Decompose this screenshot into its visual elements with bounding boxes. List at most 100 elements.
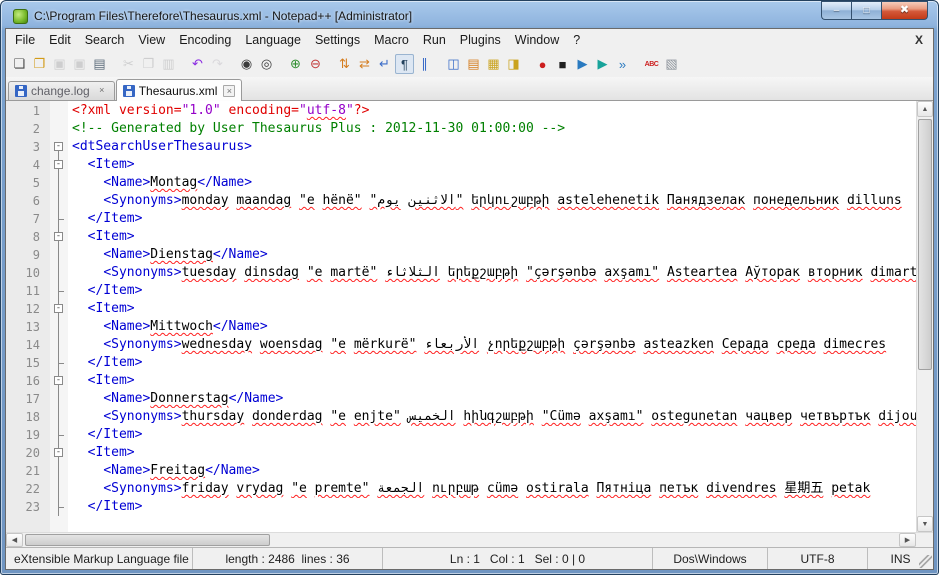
menu-item-window[interactable]: Window (508, 30, 566, 50)
monitor-icon[interactable]: ◨ (504, 54, 523, 74)
horizontal-scrollbar[interactable]: ◀ ▶ (6, 532, 933, 547)
code-text[interactable]: <Item> (68, 372, 916, 390)
code-text[interactable]: </Item> (68, 210, 916, 228)
sync-vertical-scroll-icon[interactable]: ⇅ (335, 54, 354, 74)
cut-icon[interactable]: ✂ (119, 54, 138, 74)
function-list-icon[interactable]: ▤ (464, 54, 483, 74)
editor-line[interactable]: 3- <dtSearchUserThesaurus> (6, 138, 916, 156)
menu-item-macro[interactable]: Macro (367, 30, 416, 50)
new-file-icon[interactable]: ❏ (10, 54, 29, 74)
fold-box-marker[interactable]: - (50, 300, 68, 318)
zoom-out-icon[interactable]: ⊖ (306, 54, 325, 74)
fold-box-marker[interactable]: - (50, 138, 68, 156)
plugin-icon[interactable]: ▧ (662, 54, 681, 74)
word-wrap-icon[interactable]: ↵ (375, 54, 394, 74)
editor-line[interactable]: 8- <Item> (6, 228, 916, 246)
editor-line[interactable]: 19 </Item> (6, 426, 916, 444)
show-all-characters-icon[interactable]: ¶ (395, 54, 414, 74)
editor-line[interactable]: 2 <!-- Generated by User Thesaurus Plus :… (6, 120, 916, 138)
menu-item-plugins[interactable]: Plugins (453, 30, 508, 50)
replace-icon[interactable]: ◎ (257, 54, 276, 74)
maximize-button[interactable]: □ (851, 1, 882, 20)
menu-item-search[interactable]: Search (78, 30, 132, 50)
tab-change-log[interactable]: change.log × (8, 81, 115, 100)
code-text[interactable]: <Synonyms>monday maandag "e hënë" "يوم ا… (68, 192, 916, 210)
code-text[interactable]: </Item> (68, 282, 916, 300)
stop-macro-icon[interactable]: ■ (553, 54, 572, 74)
tab-close-icon[interactable]: × (96, 85, 108, 97)
fold-box-marker[interactable]: - (50, 444, 68, 462)
undo-icon[interactable]: ↶ (188, 54, 207, 74)
editor-line[interactable]: 15 </Item> (6, 354, 916, 372)
redo-icon[interactable]: ↷ (208, 54, 227, 74)
sync-horizontal-scroll-icon[interactable]: ⇄ (355, 54, 374, 74)
vertical-scroll-thumb[interactable] (918, 119, 932, 371)
zoom-in-icon[interactable]: ⊕ (286, 54, 305, 74)
fold-box-marker[interactable]: - (50, 228, 68, 246)
menu-item-language[interactable]: Language (238, 30, 308, 50)
tab-thesaurus-xml[interactable]: Thesaurus.xml × (115, 79, 243, 101)
scroll-right-icon[interactable]: ▶ (899, 533, 916, 547)
editor-lines[interactable]: 1 <?xml version="1.0" encoding="utf-8"?> 2… (6, 101, 916, 532)
doc-map-icon[interactable]: ◫ (444, 54, 463, 74)
editor-line[interactable]: 14 <Synonyms>wednesday woensdag "e mërku… (6, 336, 916, 354)
code-text[interactable]: <Item> (68, 228, 916, 246)
editor-line[interactable]: 17 <Name>Donnerstag</Name> (6, 390, 916, 408)
code-text[interactable]: <Name>Freitag</Name> (68, 462, 916, 480)
code-text[interactable]: <dtSearchUserThesaurus> (68, 138, 916, 156)
editor-line[interactable]: 16- <Item> (6, 372, 916, 390)
code-text[interactable]: <Name>Montag</Name> (68, 174, 916, 192)
editor-line[interactable]: 5 <Name>Montag</Name> (6, 174, 916, 192)
title-bar[interactable]: C:\Program Files\Therefore\Thesaurus.xml… (5, 1, 934, 28)
menu-item-help[interactable]: ? (566, 30, 587, 50)
play-macro-icon[interactable]: ▶ (573, 54, 592, 74)
spell-check-icon[interactable]: ABC (642, 54, 661, 74)
close-document-button[interactable]: X (911, 33, 927, 47)
editor-line[interactable]: 1 <?xml version="1.0" encoding="utf-8"?> (6, 102, 916, 120)
code-text[interactable]: <?xml version="1.0" encoding="utf-8"?> (68, 102, 916, 120)
fold-box-marker[interactable]: - (50, 372, 68, 390)
save-macro-icon[interactable]: ▶ (593, 54, 612, 74)
editor-line[interactable]: 11 </Item> (6, 282, 916, 300)
editor-line[interactable]: 10 <Synonyms>tuesday dinsdag "e martë" ا… (6, 264, 916, 282)
editor-line[interactable]: 9 <Name>Dienstag</Name> (6, 246, 916, 264)
menu-item-file[interactable]: File (8, 30, 42, 50)
code-text[interactable]: <Item> (68, 444, 916, 462)
code-text[interactable]: <Synonyms>wednesday woensdag "e mërkurë"… (68, 336, 916, 354)
menu-item-edit[interactable]: Edit (42, 30, 78, 50)
save-icon[interactable]: ▣ (50, 54, 69, 74)
code-text[interactable]: <Name>Mittwoch</Name> (68, 318, 916, 336)
code-text[interactable]: <Name>Dienstag</Name> (68, 246, 916, 264)
horizontal-scroll-track[interactable] (23, 533, 899, 547)
copy-icon[interactable]: ❐ (139, 54, 158, 74)
code-text[interactable]: <Synonyms>thursday donderdag "e enjte" ا… (68, 408, 916, 426)
code-text[interactable]: </Item> (68, 498, 916, 516)
code-text[interactable]: <!-- Generated by User Thesaurus Plus : … (68, 120, 916, 138)
paste-icon[interactable]: ▥ (159, 54, 178, 74)
resize-grip[interactable] (919, 555, 932, 568)
file-browser-icon[interactable]: ▦ (484, 54, 503, 74)
fold-box-marker[interactable]: - (50, 156, 68, 174)
horizontal-scroll-thumb[interactable] (25, 534, 271, 546)
code-text[interactable]: <Item> (68, 300, 916, 318)
code-text[interactable]: <Synonyms>tuesday dinsdag "e martë" الثل… (68, 264, 916, 282)
scroll-left-icon[interactable]: ◀ (6, 533, 23, 547)
vertical-scrollbar[interactable]: ▲ ▼ (916, 101, 933, 532)
menu-item-view[interactable]: View (131, 30, 172, 50)
editor-line[interactable]: 18 <Synonyms>thursday donderdag "e enjte… (6, 408, 916, 426)
code-text[interactable]: <Item> (68, 156, 916, 174)
editor-line[interactable]: 20- <Item> (6, 444, 916, 462)
scroll-up-icon[interactable]: ▲ (917, 101, 933, 117)
close-button[interactable]: ✖ (882, 1, 928, 20)
editor-line[interactable]: 22 <Synonyms>friday vrydag "e premte" ال… (6, 480, 916, 498)
scroll-down-icon[interactable]: ▼ (917, 516, 933, 532)
editor-line[interactable]: 13 <Name>Mittwoch</Name> (6, 318, 916, 336)
editor-line[interactable]: 4- <Item> (6, 156, 916, 174)
code-text[interactable]: </Item> (68, 354, 916, 372)
editor-line[interactable]: 6 <Synonyms>monday maandag "e hënë" "يوم… (6, 192, 916, 210)
editor-line[interactable]: 23 </Item> (6, 498, 916, 516)
tab-close-icon[interactable]: × (223, 84, 236, 97)
code-text[interactable]: <Name>Donnerstag</Name> (68, 390, 916, 408)
vertical-scroll-track[interactable] (917, 117, 933, 516)
code-text[interactable]: <Synonyms>friday vrydag "e premte" الجمع… (68, 480, 916, 498)
